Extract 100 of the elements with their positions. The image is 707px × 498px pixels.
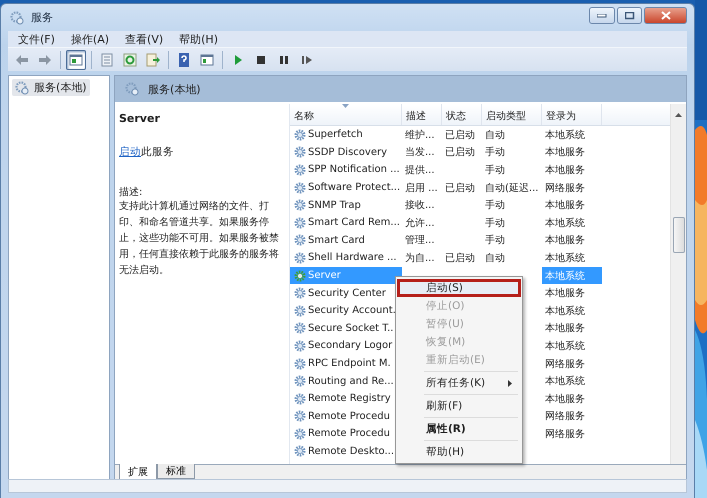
table-cell-text: 提供... bbox=[404, 164, 436, 178]
gear-icon bbox=[294, 375, 306, 388]
gear-icon bbox=[294, 182, 306, 194]
table-cell-text: 当发... bbox=[404, 146, 436, 160]
gear-icon bbox=[294, 146, 306, 158]
column-header[interactable]: 名称 bbox=[290, 104, 402, 125]
panel-title: 服务(本地) bbox=[148, 82, 201, 96]
table-cell-text: 本地服务 bbox=[544, 392, 586, 407]
tree-item[interactable]: 服务(本地) bbox=[12, 79, 90, 96]
minimize-icon bbox=[597, 14, 607, 18]
table-cell-text: 本地服务 bbox=[544, 322, 586, 336]
gear-icon bbox=[294, 287, 306, 300]
maximize-button[interactable] bbox=[617, 7, 642, 24]
gear-icon bbox=[294, 445, 306, 458]
service-row[interactable]: Superfetch bbox=[290, 126, 402, 144]
gear-icon bbox=[294, 304, 306, 317]
tree-item-label: 服务(本地) bbox=[34, 80, 87, 95]
table-cell-text: 维护... bbox=[404, 128, 436, 143]
table-cell-text: 本地服务 bbox=[544, 286, 586, 302]
table-cell-text: 为自... bbox=[404, 252, 436, 266]
gear-icon bbox=[294, 340, 306, 352]
help-icon bbox=[176, 52, 192, 68]
submenu-arrow-icon bbox=[508, 380, 512, 386]
gear-icon bbox=[294, 428, 306, 440]
service-name: Server bbox=[119, 112, 161, 125]
service-row[interactable]: Shell Hardware ... bbox=[290, 249, 402, 267]
service-row[interactable]: SPP Notification ... bbox=[290, 161, 402, 179]
close-icon bbox=[660, 11, 670, 20]
column-header[interactable]: 启动类型 bbox=[482, 104, 542, 125]
table-cell: 本地系统 bbox=[542, 266, 602, 284]
gear-icon bbox=[294, 199, 306, 212]
table-cell-text: 已启动 bbox=[444, 252, 476, 266]
scroll-up-icon[interactable] bbox=[675, 113, 682, 117]
table-cell-text: 已启动 bbox=[444, 182, 476, 196]
table-cell-text: 本地服务 bbox=[544, 198, 586, 214]
table-cell-text: 已启动 bbox=[444, 146, 476, 160]
export-icon bbox=[145, 52, 161, 68]
menu-item[interactable]: 帮助(H) bbox=[179, 32, 218, 46]
action-sentence: 启动此服务 bbox=[119, 145, 175, 159]
service-row[interactable]: Software Protect... bbox=[290, 178, 402, 196]
minimize-button[interactable] bbox=[589, 7, 615, 24]
window-title: 服务 bbox=[31, 10, 53, 25]
table-cell-text: 手动 bbox=[484, 234, 506, 248]
table-cell-text: 本地系统 bbox=[544, 216, 586, 231]
maximize-icon bbox=[624, 12, 634, 20]
toolbar-button[interactable] bbox=[66, 50, 86, 70]
table-cell-text: 网络服务 bbox=[544, 428, 586, 442]
service-row[interactable]: Smart Card bbox=[290, 232, 402, 250]
close-button[interactable] bbox=[644, 7, 687, 24]
scrollbar-thumb[interactable] bbox=[672, 217, 684, 253]
gear-icon bbox=[294, 252, 306, 264]
gear-icon bbox=[294, 234, 306, 246]
gear-icon bbox=[294, 322, 306, 334]
column-header[interactable]: 登录为 bbox=[542, 104, 602, 125]
gear-icon bbox=[294, 216, 306, 229]
menu-item[interactable]: 启动(S) bbox=[397, 279, 521, 297]
service-row[interactable]: SSDP Discovery bbox=[290, 144, 402, 162]
table-cell-text: 本地服务 bbox=[544, 164, 586, 178]
column-header[interactable]: 描述 bbox=[402, 104, 442, 125]
menu-item[interactable]: 查看(V) bbox=[125, 32, 164, 46]
table-cell-text: 手动 bbox=[484, 198, 506, 214]
service-row[interactable]: Smart Card Rem... bbox=[290, 214, 402, 232]
table-cell-text: 手动 bbox=[484, 164, 506, 178]
service-row[interactable]: SNMP Trap bbox=[290, 196, 402, 214]
menu-item[interactable]: 操作(A) bbox=[70, 32, 110, 46]
properties-icon bbox=[99, 52, 115, 68]
table-cell-text: 已启动 bbox=[444, 128, 476, 143]
tree-panel-icon bbox=[68, 52, 84, 68]
table-cell-text: 自动 bbox=[484, 252, 506, 266]
table-cell-text: 本地系统 bbox=[544, 128, 586, 143]
menu-item[interactable]: 文件(F) bbox=[18, 32, 55, 46]
table-cell-text: 网络服务 bbox=[544, 358, 586, 372]
start-link[interactable]: 启动 bbox=[119, 146, 141, 158]
gear-icon bbox=[294, 392, 306, 405]
table-cell-text: 自动 bbox=[484, 128, 506, 143]
table-cell-text: 本地服务 bbox=[544, 234, 586, 248]
table-cell-text: 本地系统 bbox=[544, 340, 586, 354]
table-cell-text: 本地服务 bbox=[544, 146, 586, 160]
table-cell-text: 接收... bbox=[404, 198, 436, 214]
table-cell-text: 允许... bbox=[404, 216, 436, 231]
description-label: 描述: bbox=[119, 186, 144, 199]
table-cell-text: 本地系统 bbox=[544, 304, 586, 319]
gear-icon bbox=[294, 164, 306, 176]
table-cell-text: 手动 bbox=[484, 146, 506, 160]
table-cell-text: 本地系统 bbox=[544, 374, 586, 390]
services-icon bbox=[125, 82, 140, 96]
table-cell-text: 网络服务 bbox=[544, 410, 586, 424]
gear-icon bbox=[294, 270, 306, 282]
gear-icon bbox=[294, 410, 306, 422]
column-header[interactable]: 状态 bbox=[442, 104, 482, 125]
gear-icon bbox=[294, 128, 306, 141]
services-icon bbox=[15, 80, 30, 94]
gear-icon bbox=[294, 358, 306, 370]
refresh-icon bbox=[122, 52, 138, 68]
table-cell-text: 手动 bbox=[484, 216, 506, 231]
sort-icon bbox=[342, 104, 349, 108]
view-tab[interactable]: 标准 bbox=[157, 464, 195, 479]
table-cell-text: 网络服务 bbox=[544, 182, 586, 196]
table-cell-text: 管理... bbox=[404, 234, 436, 248]
scrollbar[interactable] bbox=[670, 104, 686, 464]
